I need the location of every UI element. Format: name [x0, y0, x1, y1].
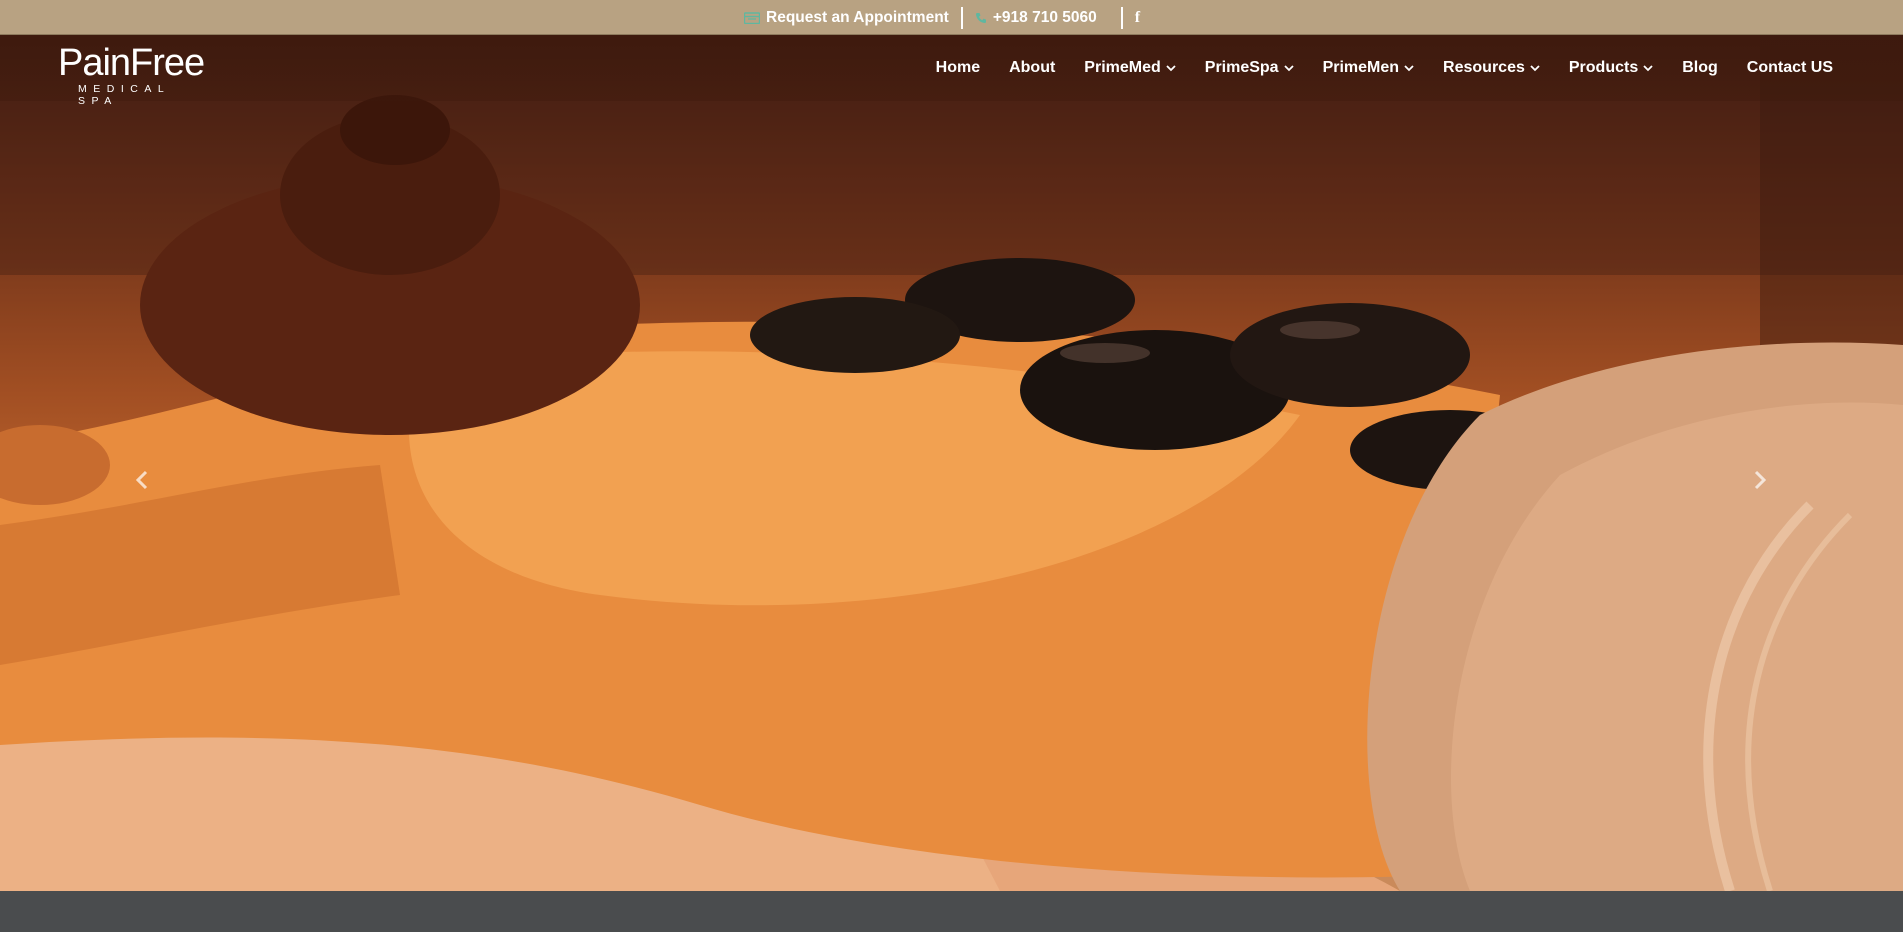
- chevron-down-icon: [1643, 64, 1653, 72]
- nav-label: Contact US: [1746, 59, 1833, 76]
- slider-next-button[interactable]: [1750, 467, 1770, 493]
- site-logo[interactable]: PainFree MEDICAL SPA: [58, 42, 218, 107]
- nav-item-products[interactable]: Products: [1569, 59, 1653, 77]
- chevron-down-icon: [1530, 64, 1540, 72]
- nav-label: PrimeMed: [1084, 59, 1161, 76]
- nav-item-primemed[interactable]: PrimeMed: [1084, 59, 1176, 77]
- hero-image: [0, 35, 1903, 891]
- phone-link[interactable]: +918 710 5060: [975, 9, 1097, 27]
- chevron-right-icon: [1754, 470, 1767, 490]
- nav-label: Home: [935, 59, 981, 76]
- chevron-left-icon: [135, 470, 148, 490]
- nav-label: Resources: [1443, 59, 1525, 76]
- nav-item-contact-us[interactable]: Contact US: [1747, 59, 1833, 77]
- phone-number: +918 710 5060: [992, 8, 1097, 26]
- logo-tagline: MEDICAL SPA: [78, 83, 170, 107]
- facebook-icon[interactable]: f: [1135, 9, 1140, 27]
- chevron-down-icon: [1283, 64, 1294, 72]
- nav-label: About: [1009, 59, 1056, 76]
- chevron-down-icon: [1404, 64, 1414, 72]
- top-bar: Request an Appointment +918 710 5060 f: [0, 0, 1903, 35]
- calendar-icon: [744, 11, 760, 24]
- nav-item-primemen[interactable]: PrimeMen: [1323, 59, 1414, 77]
- hero-slider: [0, 35, 1903, 891]
- nav-item-primespa[interactable]: PrimeSpa: [1205, 59, 1294, 77]
- nav-item-resources[interactable]: Resources: [1443, 59, 1540, 77]
- top-bar-divider: [960, 6, 963, 29]
- nav-label: Blog: [1682, 59, 1718, 76]
- slider-prev-button[interactable]: [132, 467, 152, 493]
- nav-label: PrimeSpa: [1204, 59, 1279, 76]
- logo-wordmark: PainFree: [58, 42, 205, 84]
- chevron-down-icon: [1166, 64, 1176, 72]
- phone-icon: [975, 12, 987, 24]
- nav-item-home[interactable]: Home: [936, 59, 980, 77]
- nav-item-blog[interactable]: Blog: [1682, 59, 1718, 77]
- top-bar-contents: Request an Appointment +918 710 5060 f: [744, 0, 1140, 35]
- nav-label: Products: [1568, 59, 1639, 76]
- request-appointment-label: Request an Appointment: [766, 8, 949, 26]
- request-appointment-link[interactable]: Request an Appointment: [744, 9, 949, 27]
- top-bar-divider: [1120, 6, 1123, 29]
- footer-strip: [0, 891, 1903, 932]
- main-nav: Home About PrimeMed PrimeSpa PrimeMen Re…: [907, 35, 1833, 101]
- nav-item-about[interactable]: About: [1009, 59, 1055, 77]
- nav-label: PrimeMen: [1322, 59, 1400, 76]
